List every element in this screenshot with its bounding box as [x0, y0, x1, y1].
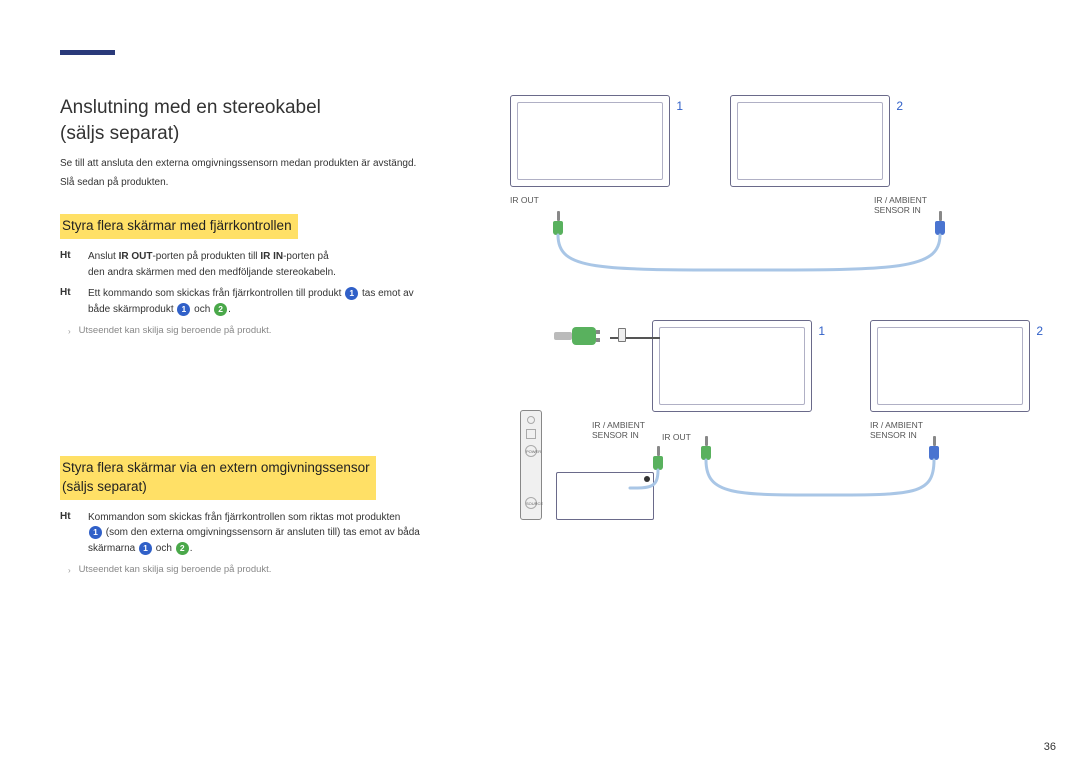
section1-subtitle: Styra flera skärmar med fjärrkontrollen: [60, 214, 298, 239]
port-label-ir-ambient: IR / AMBIENT SENSOR IN: [870, 420, 923, 440]
screen-1: 1: [652, 320, 812, 412]
t: Styra flera skärmar via en extern omgivn…: [62, 460, 370, 475]
screen-number: 2: [896, 99, 903, 113]
title-line1: Anslutning med en stereokabel: [60, 97, 321, 118]
bullet-text: Ett kommando som skickas från fjärrkontr…: [88, 286, 414, 317]
note-text: Utseendet kan skilja sig beroende på pro…: [79, 564, 272, 575]
connector-icon: [618, 328, 626, 342]
t: både skärmprodukt: [88, 304, 176, 315]
cable-icon: [556, 235, 946, 285]
t: den andra skärmen med den medföljande st…: [88, 267, 336, 278]
t: .: [228, 304, 231, 315]
diagram-stereo-cable: 1 2 IR OUT IR / AMBIENT SENSOR IN: [510, 95, 1030, 295]
accent-bar: [60, 50, 115, 55]
t: SENSOR IN: [874, 205, 921, 215]
circle-2-icon: 2: [214, 303, 227, 316]
jack-plug-blue-icon: [934, 211, 946, 237]
bullet-label: Ht: [60, 249, 78, 261]
bullet-label: Ht: [60, 286, 78, 298]
jack-plug-green-icon: [652, 446, 664, 472]
caret-icon: ›: [68, 325, 71, 336]
bullet-row: Ht Kommandon som skickas från fjärrkontr…: [60, 510, 480, 557]
port-label-ir-ambient: IR / AMBIENT SENSOR IN: [592, 420, 645, 440]
intro-line1: Se till att ansluta den externa omgivnin…: [60, 156, 480, 171]
screen-2: 2: [870, 320, 1030, 412]
port-label-ir-ambient: IR / AMBIENT SENSOR IN: [874, 195, 927, 215]
screen-number: 1: [818, 324, 825, 338]
screen-2: 2: [730, 95, 890, 187]
bullet-text: Kommandon som skickas från fjärrkontroll…: [88, 510, 420, 557]
screen-inner: [517, 102, 663, 180]
circle-1-icon: 1: [89, 526, 102, 539]
screen-number: 2: [1036, 324, 1043, 338]
bullet-row: Ht Ett kommando som skickas från fjärrko…: [60, 286, 480, 317]
t: Kommandon som skickas från fjärrkontroll…: [88, 512, 400, 523]
port-label-ir-out: IR OUT: [510, 195, 539, 205]
diagram-external-sensor: 1 2 IR / AMBIENT SENSOR IN IR OUT IR / A…: [510, 320, 1030, 580]
t: IR / AMBIENT: [874, 195, 927, 205]
circle-1-icon: 1: [139, 542, 152, 555]
caret-icon: ›: [68, 564, 71, 575]
t: och: [191, 304, 213, 315]
circle-2-icon: 2: [176, 542, 189, 555]
note-row: › Utseendet kan skilja sig beroende på p…: [60, 325, 480, 336]
screen-inner: [877, 327, 1023, 405]
page-root: Anslutning med en stereokabel (säljs sep…: [0, 0, 1080, 580]
t: SENSOR IN: [592, 430, 639, 440]
section2-subtitle: Styra flera skärmar via en extern omgivn…: [60, 456, 376, 500]
port-label-ir-out: IR OUT: [662, 432, 691, 442]
t: Ett kommando som skickas från fjärrkontr…: [88, 288, 344, 299]
section2: Styra flera skärmar via en extern omgivn…: [60, 436, 480, 575]
screen-number: 1: [676, 99, 683, 113]
circle-1-icon: 1: [177, 303, 190, 316]
cable-icon: [630, 470, 670, 500]
screen-1: 1: [510, 95, 670, 187]
page-number: 36: [1044, 741, 1056, 753]
t: -porten på: [283, 251, 329, 262]
t: (säljs separat): [62, 479, 147, 494]
screen-inner: [737, 102, 883, 180]
t: och: [153, 543, 175, 554]
power-plug-icon: [554, 324, 598, 344]
jack-plug-green-icon: [700, 436, 712, 462]
circle-1-icon: 1: [345, 287, 358, 300]
bullet-label: Ht: [60, 510, 78, 522]
cable-icon: [704, 460, 944, 510]
screen-inner: [659, 327, 805, 405]
note-text: Utseendet kan skilja sig beroende på pro…: [79, 325, 272, 336]
t: tas emot av: [359, 288, 413, 299]
title-line2: (säljs separat): [60, 123, 179, 144]
t: SENSOR IN: [870, 430, 917, 440]
t: IR / AMBIENT: [592, 420, 645, 430]
t: IR / AMBIENT: [870, 420, 923, 430]
t: .: [190, 543, 193, 554]
section1-title: Anslutning med en stereokabel (säljs sep…: [60, 95, 480, 146]
jack-plug-blue-icon: [928, 436, 940, 462]
remote-control-icon: POWER SOURCE: [520, 410, 542, 520]
jack-plug-green-icon: [552, 211, 564, 237]
content-columns: Anslutning med en stereokabel (säljs sep…: [60, 95, 1030, 580]
right-column: 1 2 IR OUT IR / AMBIENT SENSOR IN: [510, 95, 1030, 580]
bullet-text: Anslut IR OUT-porten på produkten till I…: [88, 249, 336, 280]
intro-line2: Slå sedan på produkten.: [60, 175, 480, 190]
t: (som den externa omgivningssensorn är an…: [103, 527, 420, 538]
t: skärmarna: [88, 543, 138, 554]
note-row: › Utseendet kan skilja sig beroende på p…: [60, 564, 480, 575]
remote-source-label: SOURCE: [525, 497, 537, 509]
left-column: Anslutning med en stereokabel (säljs sep…: [60, 95, 480, 580]
remote-power-label: POWER: [525, 445, 537, 457]
t: -porten på produkten till: [152, 251, 260, 262]
t: Anslut: [88, 251, 119, 262]
bullet-row: Ht Anslut IR OUT-porten på produkten til…: [60, 249, 480, 280]
